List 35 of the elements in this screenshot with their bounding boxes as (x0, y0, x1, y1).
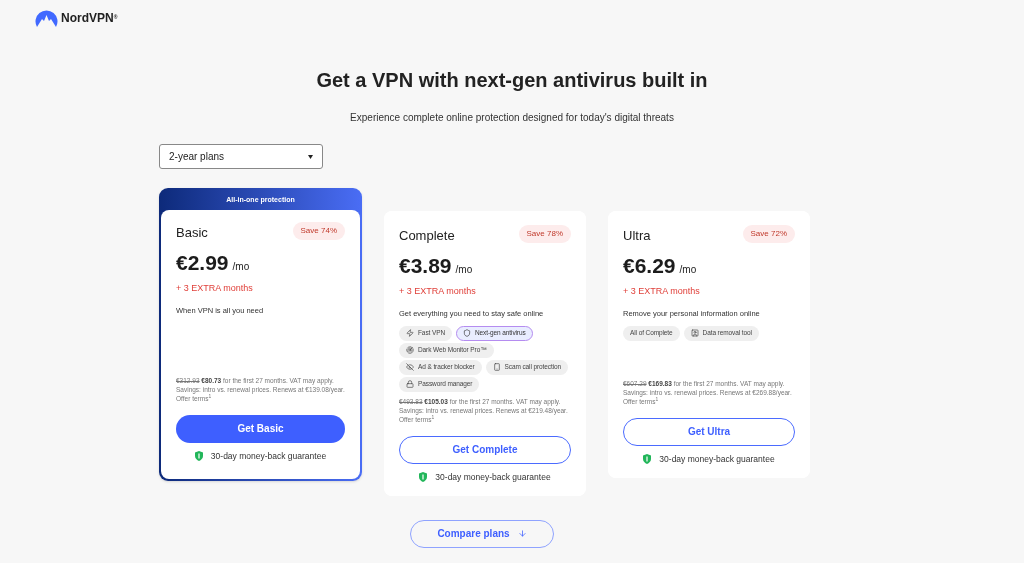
price-unit: /mo (679, 262, 697, 277)
save-badge: Save 72% (742, 225, 795, 243)
get-plan-button[interactable]: Get Ultra (623, 417, 795, 446)
radar-icon (406, 346, 414, 355)
user-icon (690, 329, 699, 338)
price-unit: /mo (455, 262, 473, 277)
save-badge: Save 78% (518, 225, 571, 243)
page-subheading: Experience complete online protection designed for today's digital threats (349, 111, 675, 125)
extra-months: + 3 EXTRA months (176, 282, 254, 295)
bolt-icon (406, 329, 414, 338)
get-plan-button[interactable]: Get Basic (176, 414, 345, 443)
save-badge: Save 74% (292, 222, 345, 240)
page-heading: Get a VPN with next-gen antivirus built in (315, 68, 709, 93)
guarantee-text: 30-day money-back guarantee (210, 449, 327, 463)
plan-price: €6.29 (623, 252, 676, 279)
plan-price: €3.89 (399, 252, 452, 279)
guarantee-text: 30-day money-back guarantee (435, 470, 551, 484)
phone-icon (492, 363, 501, 372)
lock-icon (406, 380, 414, 389)
brand-name: NordVPN$^{®}$ (61, 9, 118, 27)
dropdown-caret-icon (308, 154, 313, 159)
price-unit: /mo (232, 259, 250, 274)
plan-name: Complete (399, 227, 455, 245)
extra-months: + 3 EXTRA months (623, 285, 701, 298)
arrow-down-icon (517, 529, 527, 538)
plan-price: €2.99 (176, 249, 229, 276)
guarantee-text: 30-day money-back guarantee (659, 452, 775, 466)
plan-name: Ultra (623, 227, 651, 245)
plan-name: Basic (176, 224, 208, 242)
brand-logo-icon (35, 8, 58, 27)
eye-off-icon (406, 363, 414, 372)
shield-icon (463, 329, 471, 338)
plan-dropdown[interactable]: 2-year plans (159, 144, 323, 169)
extra-months: + 3 EXTRA months (399, 285, 477, 298)
get-plan-button[interactable]: Get Complete (399, 435, 571, 464)
